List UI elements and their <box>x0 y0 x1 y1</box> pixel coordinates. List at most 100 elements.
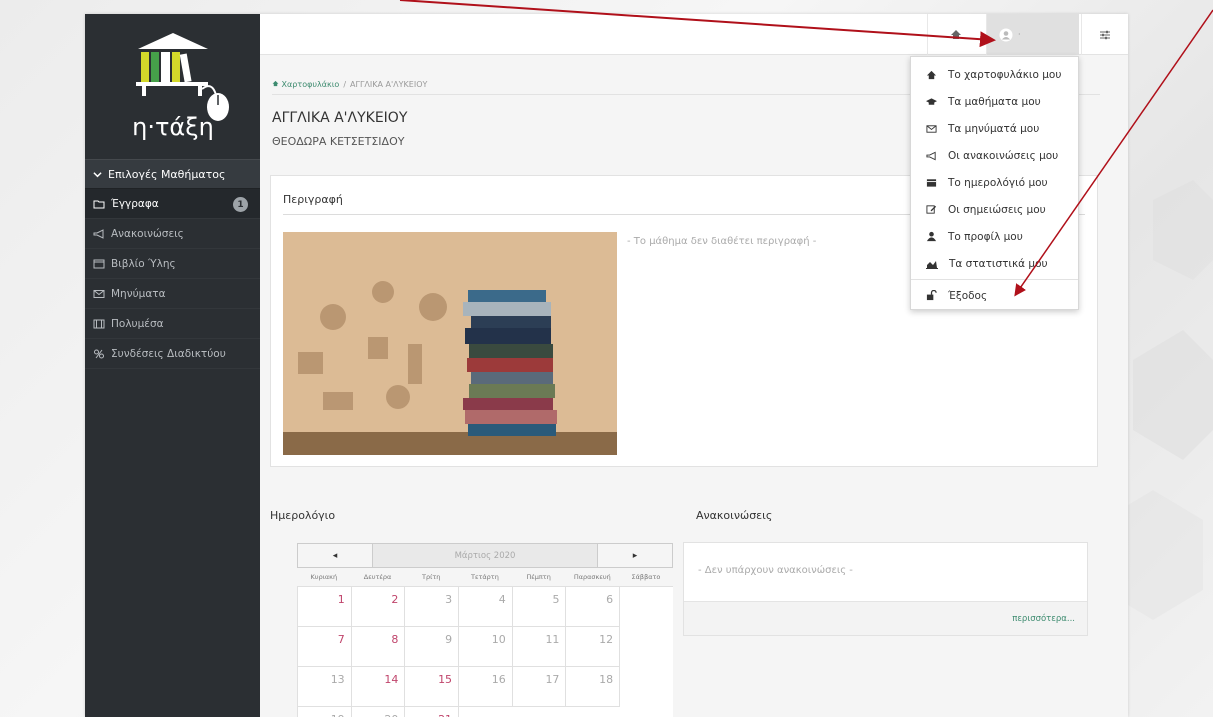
calendar-day[interactable]: 11 <box>512 627 567 667</box>
weekday-label: Σάββατο <box>631 573 661 581</box>
user-menu-button[interactable]: · <box>986 14 1079 55</box>
area-chart-icon <box>926 260 938 269</box>
envelope-icon <box>93 289 105 298</box>
home-icon <box>951 30 961 39</box>
announcements-title: Ανακοινώσεις <box>696 509 773 522</box>
page-title: ΑΓΓΛΙΚΑ Α'ΛΥΚΕΙΟΥ <box>272 110 408 126</box>
sidebar-item-label: Ανακοινώσεις <box>111 227 184 240</box>
chevron-down-icon <box>93 171 102 177</box>
menu-item-notes[interactable]: Οι σημειώσεις μου <box>911 196 1078 223</box>
calendar-day[interactable]: 14 <box>351 667 406 707</box>
calendar-next-button[interactable]: ▸ <box>597 543 673 568</box>
menu-item-label: Οι ανακοινώσεις μου <box>948 149 1059 162</box>
course-image <box>283 232 617 455</box>
calendar-month-label: Μάρτιος 2020 <box>373 543 597 568</box>
menu-item-label: Τα μαθήματα μου <box>948 95 1041 108</box>
calendar-day[interactable]: 5 <box>512 587 567 627</box>
menu-item-courses[interactable]: Τα μαθήματα μου <box>911 88 1078 115</box>
calendar-grid: 1 2 3 4 5 6 7 8 9 10 11 12 13 14 15 16 1… <box>297 586 673 717</box>
calendar-day[interactable]: 10 <box>459 627 513 667</box>
calendar-day[interactable]: 17 <box>512 667 567 707</box>
link-icon <box>94 349 104 358</box>
weekday-label: Παρασκευή <box>573 573 611 581</box>
sidebar-item-label: Μηνύματα <box>111 287 166 300</box>
calendar-weekdays: Κυριακή Δευτέρα Τρίτη Τετάρτη Πέμπτη Παρ… <box>297 568 673 586</box>
home-button[interactable] <box>927 14 984 55</box>
calendar-day[interactable]: 8 <box>351 627 406 667</box>
calendar-widget: ◂ Μάρτιος 2020 ▸ Κυριακή Δευτέρα Τρίτη Τ… <box>297 543 673 717</box>
menu-item-label: Το χαρτοφυλάκιο μου <box>948 68 1062 81</box>
calendar-day[interactable]: 4 <box>459 587 513 627</box>
sidebar-item-messages[interactable]: Μηνύματα <box>85 279 260 309</box>
calendar-day[interactable]: 9 <box>405 627 460 667</box>
calendar-day[interactable]: 18 <box>566 667 621 707</box>
announcements-more-link[interactable]: περισσότερα... <box>1012 614 1075 624</box>
calendar-day[interactable]: 7 <box>298 627 352 667</box>
calendar-day[interactable]: 6 <box>566 587 621 627</box>
menu-item-logout[interactable]: Έξοδος <box>911 282 1078 309</box>
sidebar-item-links[interactable]: Συνδέσεις Διαδικτύου <box>85 339 260 369</box>
calendar-day[interactable]: 19 <box>298 707 352 717</box>
weekday-label: Δευτέρα <box>363 573 392 581</box>
user-icon <box>926 231 937 242</box>
film-icon <box>93 319 105 328</box>
course-options-header[interactable]: Επιλογές Μαθήματος <box>85 159 260 189</box>
home-icon <box>926 70 937 79</box>
envelope-icon <box>926 124 937 133</box>
logo-text: η·τάξη <box>132 113 214 141</box>
calendar-icon <box>93 259 105 269</box>
calendar-day[interactable]: 20 <box>352 707 406 717</box>
menu-item-messages[interactable]: Τα μηνύματά μου <box>911 115 1078 142</box>
sidebar-item-label: Έγγραφα <box>111 197 159 210</box>
calendar-day[interactable]: 13 <box>298 667 352 707</box>
menu-item-profile[interactable]: Το προφίλ μου <box>911 223 1078 250</box>
sidebar-item-documents[interactable]: Έγγραφα 1 <box>85 189 260 219</box>
weekday-label: Τρίτη <box>422 573 441 581</box>
calendar-day[interactable]: 2 <box>351 587 406 627</box>
menu-item-announcements[interactable]: Οι ανακοινώσεις μου <box>911 142 1078 169</box>
announcements-card: - Δεν υπάρχουν ανακοινώσεις - περισσότερ… <box>683 542 1088 636</box>
menu-item-label: Έξοδος <box>948 289 988 302</box>
calendar-day[interactable]: 16 <box>459 667 513 707</box>
menu-item-label: Τα μηνύματά μου <box>948 122 1040 135</box>
calendar-icon <box>926 179 937 187</box>
calendar-day[interactable]: 3 <box>405 587 460 627</box>
menu-item-calendar[interactable]: Το ημερολόγιό μου <box>911 169 1078 196</box>
weekday-label: Κυριακή <box>310 573 338 581</box>
sidebar-item-label: Βιβλίο Ύλης <box>111 257 176 270</box>
calendar-prev-button[interactable]: ◂ <box>297 543 373 568</box>
calendar-day[interactable]: 21 <box>405 707 460 717</box>
menu-item-portfolio[interactable]: Το χαρτοφυλάκιο μου <box>911 61 1078 88</box>
announcements-footer: περισσότερα... <box>684 601 1087 635</box>
announcements-empty-text: - Δεν υπάρχουν ανακοινώσεις - <box>698 565 853 576</box>
user-dropdown-menu: Το χαρτοφυλάκιο μου Τα μαθήματα μου Τα μ… <box>910 56 1079 310</box>
settings-button[interactable] <box>1081 14 1128 55</box>
edit-icon <box>926 205 937 214</box>
sidebar-item-label: Πολυμέσα <box>111 317 164 330</box>
user-avatar-icon <box>999 28 1013 41</box>
home-icon <box>272 80 279 87</box>
calendar-day[interactable]: 1 <box>298 587 352 627</box>
calendar-day[interactable]: 15 <box>405 667 460 707</box>
breadcrumb-home-link[interactable]: Χαρτοφυλάκιο <box>272 80 339 89</box>
menu-item-statistics[interactable]: Τα στατιστικά μου <box>911 250 1078 277</box>
breadcrumb-current: ΑΓΓΛΙΚΑ Α'ΛΥΚΕΙΟΥ <box>350 80 428 89</box>
logo-icon: η·τάξη <box>132 32 229 141</box>
menu-item-label: Οι σημειώσεις μου <box>948 203 1046 216</box>
sidebar-item-announcements[interactable]: Ανακοινώσεις <box>85 219 260 249</box>
weekday-label: Πέμπτη <box>526 573 551 581</box>
sidebar-item-multimedia[interactable]: Πολυμέσα <box>85 309 260 339</box>
graduation-cap-icon <box>926 97 937 105</box>
weekday-label: Τετάρτη <box>470 573 499 581</box>
documents-count-badge: 1 <box>233 197 248 212</box>
breadcrumb-separator: / <box>343 80 347 89</box>
bullhorn-icon <box>93 228 104 239</box>
menu-divider <box>911 279 1078 280</box>
menu-item-label: Το προφίλ μου <box>948 230 1023 243</box>
calendar-day[interactable]: 12 <box>566 627 621 667</box>
sidebar: η·τάξη Επιλογές Μαθήματος Έγγραφα 1 Ανακ… <box>85 14 260 717</box>
bullhorn-icon <box>926 151 936 160</box>
sidebar-item-syllabus[interactable]: Βιβλίο Ύλης <box>85 249 260 279</box>
folder-icon <box>93 200 105 208</box>
logo[interactable]: η·τάξη <box>85 14 260 159</box>
